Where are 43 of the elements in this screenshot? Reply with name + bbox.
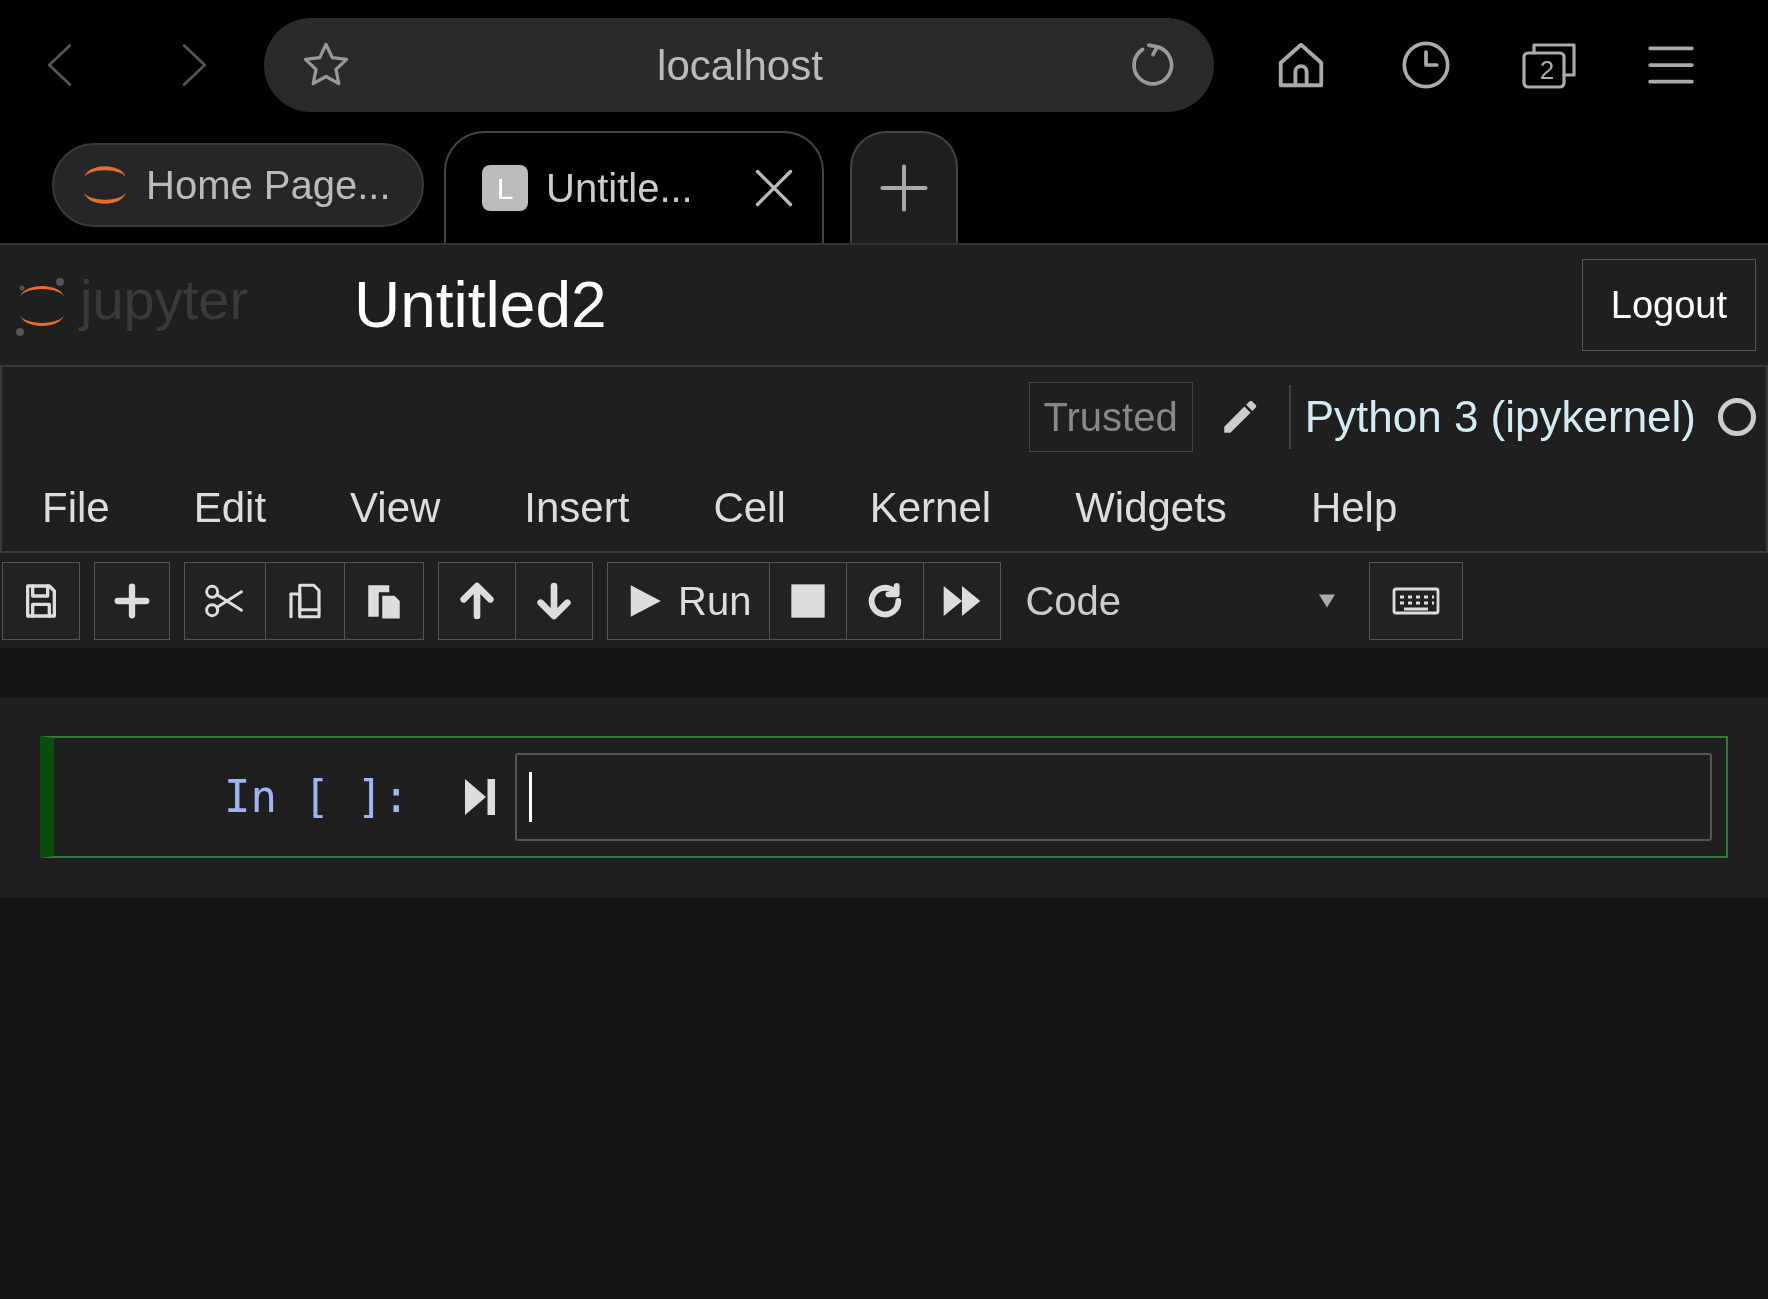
new-tab-button[interactable]: [850, 131, 958, 243]
menu-item[interactable]: Edit: [193, 475, 267, 539]
menu-item[interactable]: Insert: [524, 475, 630, 539]
scissors-button[interactable]: [184, 561, 266, 640]
tab-favicon: L: [482, 165, 528, 211]
notebook-title[interactable]: Untitled2: [354, 257, 607, 353]
run-cell-icon[interactable]: [465, 776, 496, 818]
arrow-down-button[interactable]: [516, 561, 593, 640]
arrow-up-icon: [457, 580, 497, 621]
history-clock-icon[interactable]: [1400, 39, 1452, 91]
menu-item[interactable]: Help: [1310, 475, 1398, 539]
logout-button[interactable]: Logout: [1581, 259, 1756, 351]
menu-item[interactable]: Kernel: [869, 475, 992, 539]
arrow-up-button[interactable]: [438, 561, 516, 640]
code-input-field[interactable]: [515, 753, 1712, 841]
paste-button[interactable]: [345, 561, 424, 640]
tab-title: Untitle...: [546, 165, 693, 212]
browser-tab[interactable]: L Untitle...: [444, 131, 824, 243]
stop-button[interactable]: [770, 561, 848, 640]
dropdown-caret-icon: [1319, 592, 1336, 609]
arrow-down-icon: [534, 580, 574, 621]
tab-title: Home Page...: [146, 162, 391, 209]
kernel-name[interactable]: Python 3 (ipykernel): [1304, 384, 1696, 450]
menu-item[interactable]: Cell: [713, 475, 786, 539]
plus-icon: [878, 162, 930, 214]
menu-item[interactable]: View: [350, 475, 441, 539]
plus-icon: [113, 581, 151, 620]
url-text: localhost: [656, 40, 824, 91]
fast-forward-button[interactable]: [924, 561, 1002, 640]
text-cursor: [529, 772, 533, 822]
menu-item[interactable]: Widgets: [1075, 475, 1227, 539]
restart-button[interactable]: [847, 561, 925, 640]
run-button[interactable]: Run: [607, 561, 771, 640]
trusted-badge[interactable]: Trusted: [1028, 382, 1193, 452]
save-button[interactable]: [2, 561, 80, 640]
plus-button[interactable]: [94, 561, 170, 640]
address-bar[interactable]: localhost: [264, 18, 1214, 112]
keyboard-button[interactable]: [1369, 561, 1464, 640]
copy-button[interactable]: [266, 561, 345, 640]
input-prompt: In [ ]:: [224, 770, 410, 824]
code-cell[interactable]: In [ ]:: [40, 736, 1728, 858]
menu-item[interactable]: File: [42, 475, 110, 539]
browser-tab[interactable]: Home Page...: [52, 143, 424, 227]
